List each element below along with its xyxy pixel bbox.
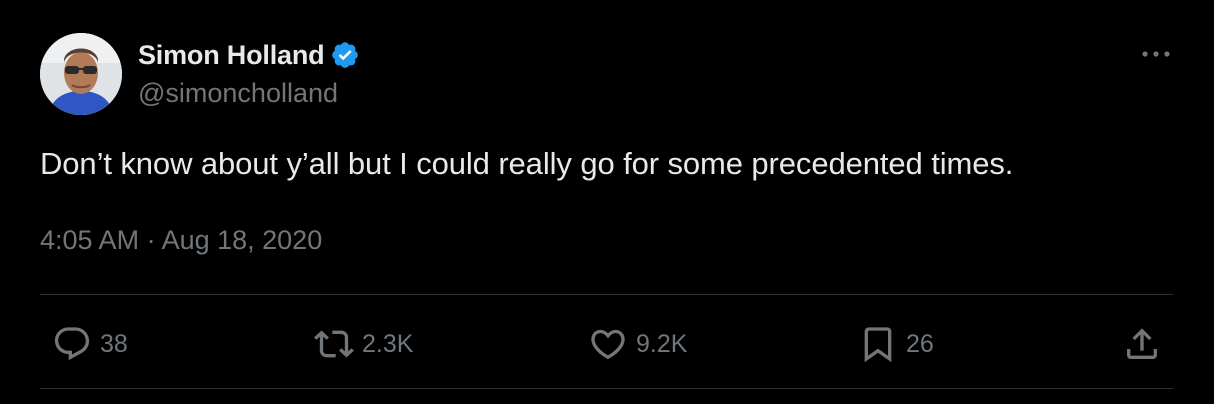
reply-icon — [52, 324, 92, 364]
more-horizontal-icon[interactable] — [1138, 40, 1174, 68]
share-button[interactable] — [1122, 320, 1162, 368]
divider — [40, 388, 1173, 389]
avatar[interactable] — [40, 33, 122, 115]
author-handle[interactable]: @simoncholland — [138, 78, 338, 109]
heart-icon — [588, 324, 628, 364]
tweet-text: Don’t know about y’all but I could reall… — [40, 146, 1014, 181]
bookmark-count: 26 — [906, 329, 934, 358]
tweet-card: Simon Holland @simoncholland Don’t know … — [0, 0, 1214, 404]
bookmark-button[interactable]: 26 — [858, 320, 934, 368]
like-button[interactable]: 9.2K — [588, 320, 687, 368]
reply-button[interactable]: 38 — [52, 320, 128, 368]
action-bar: 38 2.3K 9.2K 26 — [40, 320, 1173, 368]
reply-count: 38 — [100, 329, 128, 358]
tweet-timestamp[interactable]: 4:05 AM · Aug 18, 2020 — [40, 225, 322, 256]
author-name-row: Simon Holland — [138, 38, 360, 72]
bookmark-icon — [858, 324, 898, 364]
retweet-icon — [314, 324, 354, 364]
share-icon — [1122, 324, 1162, 364]
divider — [40, 294, 1173, 295]
author-display-name[interactable]: Simon Holland — [138, 40, 325, 71]
verified-badge-icon — [330, 40, 360, 70]
like-count: 9.2K — [636, 329, 688, 358]
retweet-button[interactable]: 2.3K — [314, 320, 413, 368]
retweet-count: 2.3K — [362, 329, 414, 358]
